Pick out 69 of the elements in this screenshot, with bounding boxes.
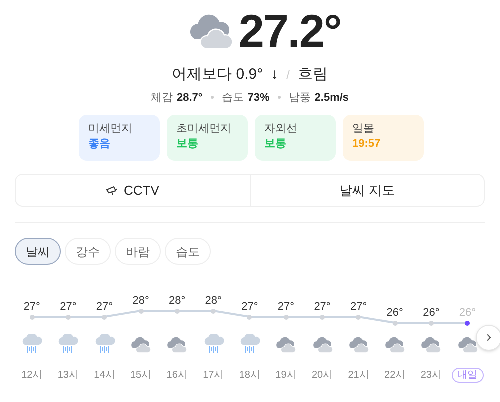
cloud-icon <box>166 336 188 354</box>
hour-temperature: 28° <box>132 294 150 309</box>
hour-temperature: 27° <box>350 300 368 315</box>
card-value: 19:57 <box>352 137 382 152</box>
cloud-icon <box>348 336 370 354</box>
info-card[interactable]: 미세먼지 좋음 <box>78 115 160 161</box>
tab[interactable]: 바람 <box>115 238 161 265</box>
tab[interactable]: 날씨 <box>15 238 61 265</box>
detail-value: 2.5m/s <box>314 90 350 106</box>
hour-label: 23시 <box>420 370 442 381</box>
cloud-icon <box>456 336 479 354</box>
rain-icon <box>238 334 261 356</box>
hour-temperature: 26° <box>459 306 476 321</box>
card-value: 보통 <box>176 137 200 152</box>
cloud-icon <box>312 336 334 354</box>
current-temperature: 27.2° <box>238 8 342 54</box>
hour-temperature: 27° <box>24 300 40 315</box>
hour-temperature: 27° <box>60 300 77 315</box>
rain-icon <box>202 334 225 356</box>
rain-icon <box>21 334 44 356</box>
hour-label: 20시 <box>312 370 334 381</box>
day-badge: 내일 <box>452 368 484 383</box>
link-button[interactable]: CCTV <box>16 175 250 206</box>
hour-label: 18시 <box>239 370 260 381</box>
hour-label: 14시 <box>94 370 116 381</box>
tab[interactable]: 습도 <box>165 238 211 265</box>
trend-arrow: ↓ <box>271 65 279 85</box>
hour-label: 15시 <box>130 370 152 381</box>
detail-label: 남풍 <box>288 90 311 106</box>
detail-label: 체감 <box>150 90 173 106</box>
hour-temperature: 28° <box>169 294 186 309</box>
card-label: 미세먼지 <box>88 122 134 137</box>
hour-label: 21시 <box>348 370 370 381</box>
hour-temperature: 27° <box>242 300 258 315</box>
separator: / <box>286 67 290 84</box>
hour-label: 22시 <box>384 370 406 381</box>
rain-icon <box>94 334 116 356</box>
hour-temperature: 27° <box>314 300 331 315</box>
hour-temperature: 28° <box>205 294 222 309</box>
rain-icon <box>57 334 80 356</box>
detail-value: 73% <box>248 90 270 106</box>
info-card[interactable]: 일몰 19:57 <box>342 115 424 161</box>
card-label: 일몰 <box>352 122 376 137</box>
hour-temperature: 27° <box>278 300 295 315</box>
hour-temperature: 26° <box>386 306 404 321</box>
next-button[interactable]: › <box>476 325 500 351</box>
detail-label: 습도 <box>222 90 244 106</box>
hour-temperature: 27° <box>96 300 114 315</box>
link-button[interactable]: 날씨 지도 <box>250 175 484 206</box>
card-value: 좋음 <box>88 137 112 152</box>
hour-label: 16시 <box>166 370 188 381</box>
hour-label: 12시 <box>22 370 43 381</box>
card-label: 초미세먼지 <box>176 122 232 137</box>
hour-temperature: 26° <box>423 306 440 321</box>
tab[interactable]: 강수 <box>65 238 111 265</box>
hour-label: 13시 <box>58 370 79 381</box>
hour-label: 17시 <box>203 370 224 381</box>
hour-label: 19시 <box>276 370 297 381</box>
cloud-icon <box>384 336 406 354</box>
info-card[interactable]: 초미세먼지 보통 <box>166 115 248 161</box>
cloud-icon <box>420 336 442 354</box>
compare-text: 어제보다 0.9° <box>172 65 264 85</box>
condition-text: 흐림 <box>298 65 328 85</box>
card-label: 자외선 <box>264 122 298 137</box>
info-card[interactable]: 자외선 보통 <box>254 115 336 161</box>
detail-value: 28.7° <box>176 90 203 106</box>
cloud-icon <box>275 336 298 354</box>
card-value: 보통 <box>264 137 288 152</box>
cloud-icon <box>130 336 152 354</box>
